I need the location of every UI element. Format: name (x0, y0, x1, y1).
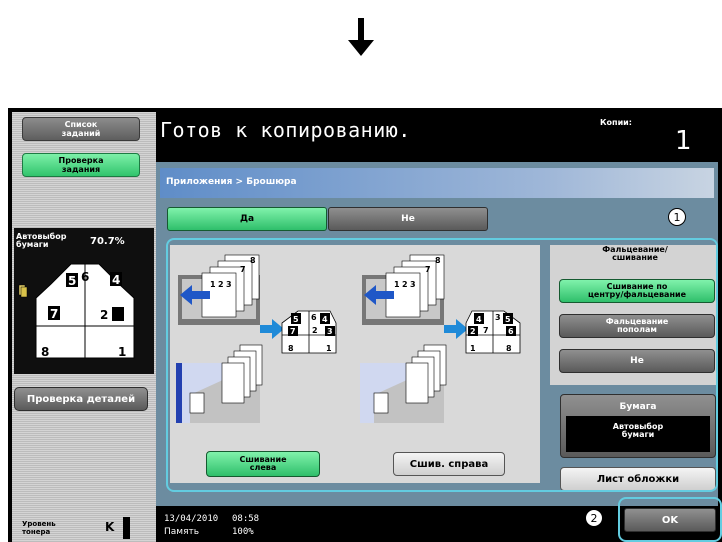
status-bar (156, 506, 616, 542)
callout-1-outline (166, 238, 718, 492)
preview-num: 3 (126, 308, 134, 322)
toner-level-icon (123, 517, 130, 539)
job-check-label: Проверка задания (58, 156, 104, 174)
preview-num: 4 (112, 273, 120, 287)
paper-layout-preview: 5 6 4 7 2 3 8 1 (14, 228, 154, 374)
date-text: 13/04/2010 (164, 514, 219, 524)
job-list-label: Список заданий (61, 120, 101, 138)
time-text: 08:58 (232, 514, 260, 524)
job-list-button[interactable]: Список заданий (22, 117, 140, 141)
memory-label: Память (164, 527, 200, 537)
preview-num: 8 (41, 345, 49, 359)
down-arrow-icon (0, 18, 722, 65)
preview-num: 5 (68, 274, 76, 288)
job-check-button[interactable]: Проверка задания (22, 153, 140, 177)
preview-num: 2 (100, 308, 108, 322)
zoom-value: 70.7% (90, 236, 125, 247)
memory-value: 100% (232, 527, 254, 537)
preview-num: 6 (81, 270, 89, 284)
booklet-no-button[interactable]: Не (328, 207, 488, 231)
status-message: Готов к копированию. (160, 118, 411, 142)
paper-auto-label: Автовыбор бумаги (16, 232, 67, 249)
check-details-button[interactable]: Проверка деталей (14, 387, 148, 411)
toner-level-label: Уровень тонера (22, 520, 56, 536)
callout-2-outline (618, 497, 722, 542)
paper-stack-icon (18, 284, 28, 298)
copies-label: Копии: (600, 118, 632, 127)
preview-num: 1 (118, 345, 126, 359)
copies-value: 1 (675, 126, 692, 156)
preview-num: 7 (50, 307, 58, 321)
booklet-yes-button[interactable]: Да (167, 207, 327, 231)
callout-1: 1 (668, 208, 686, 226)
toner-color-label: K (105, 520, 115, 534)
breadcrumb: Приложения > Брошюра (166, 177, 297, 187)
callout-2: 2 (585, 509, 603, 527)
